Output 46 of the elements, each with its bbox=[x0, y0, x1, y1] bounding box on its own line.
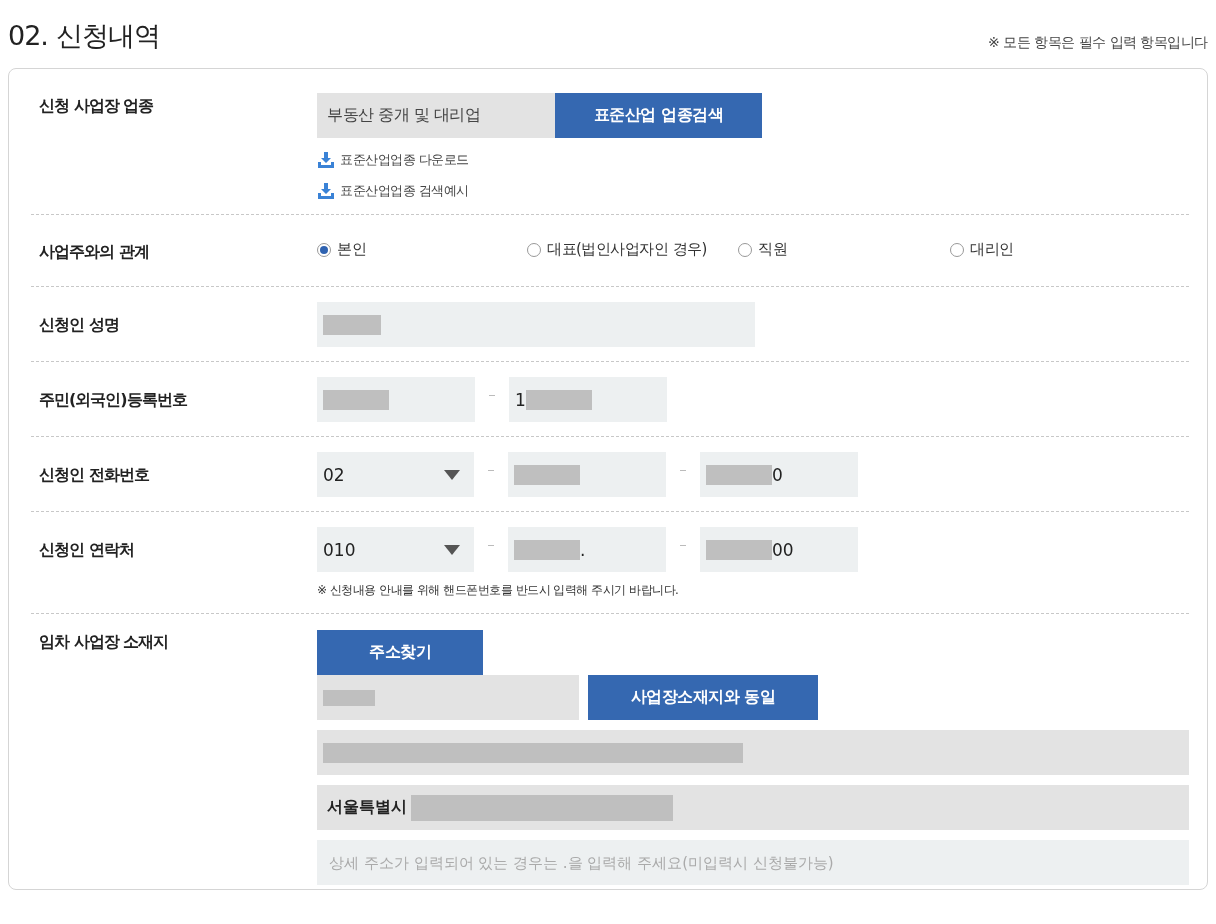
dash-separator bbox=[488, 470, 494, 471]
download-icon bbox=[317, 182, 335, 200]
radio-label[interactable]: 대리인 bbox=[970, 240, 1014, 259]
field-label: 임차 사업장 소재지 bbox=[39, 631, 170, 653]
industry-field: 부동산 중개 및 대리업 bbox=[317, 93, 555, 138]
download-link[interactable]: 표준산업업종 검색예시 bbox=[340, 182, 469, 200]
download-icon bbox=[317, 151, 335, 169]
address-search-button[interactable]: 주소찾기 bbox=[317, 630, 483, 675]
select-field[interactable]: 02 bbox=[317, 452, 474, 497]
dash-separator bbox=[680, 470, 686, 471]
input-field[interactable] bbox=[508, 452, 666, 497]
radio-button[interactable] bbox=[317, 242, 331, 257]
field-label: 신청인 성명 bbox=[39, 314, 120, 336]
input-field[interactable]: 0 bbox=[700, 452, 858, 497]
input-field[interactable]: 1 bbox=[509, 377, 667, 422]
radio-label[interactable]: 본인 bbox=[337, 240, 366, 259]
download-link[interactable]: 표준산업업종 다운로드 bbox=[340, 151, 469, 169]
input-field[interactable] bbox=[317, 730, 1189, 775]
field-label: 사업주와의 관계 bbox=[39, 241, 150, 263]
search-button[interactable]: 표준산업 업종검색 bbox=[555, 93, 762, 138]
input-field[interactable]: 00 bbox=[700, 527, 858, 572]
input-field[interactable] bbox=[317, 302, 755, 347]
dash-separator bbox=[488, 545, 494, 546]
required-note: ※ 모든 항목은 필수 입력 항목입니다 bbox=[988, 34, 1208, 52]
radio-button[interactable] bbox=[527, 242, 541, 257]
dash-separator bbox=[489, 395, 495, 396]
section-title: 02. 신청내역 bbox=[8, 19, 160, 53]
input-field[interactable]: . bbox=[508, 527, 666, 572]
field-label: 신청 사업장 업종 bbox=[39, 95, 155, 117]
caret-icon bbox=[444, 469, 460, 480]
radio-label[interactable]: 직원 bbox=[758, 240, 787, 259]
field-label: 신청인 전화번호 bbox=[39, 464, 150, 486]
input-field[interactable] bbox=[317, 377, 475, 422]
radio-button[interactable] bbox=[950, 242, 964, 257]
field-label: 신청인 연락처 bbox=[39, 539, 135, 561]
input-field[interactable] bbox=[317, 675, 579, 720]
input-field[interactable]: 상세 주소가 입력되어 있는 경우는 .을 입력해 주세요(미입력시 신청불가능) bbox=[317, 840, 1189, 885]
same-address-button[interactable]: 사업장소재지와 동일 bbox=[588, 675, 818, 720]
field-label: 주민(외국인)등록번호 bbox=[39, 389, 188, 411]
input-field[interactable]: 서울특별시 bbox=[317, 785, 1189, 830]
radio-button[interactable] bbox=[738, 242, 752, 257]
select-field[interactable]: 010 bbox=[317, 527, 474, 572]
help-text: ※ 신청내용 안내를 위해 핸드폰번호를 반드시 입력해 주시기 바랍니다. bbox=[317, 582, 680, 599]
dash-separator bbox=[680, 545, 686, 546]
radio-label[interactable]: 대표(법인사업자인 경우) bbox=[547, 240, 707, 259]
caret-icon bbox=[444, 544, 460, 555]
